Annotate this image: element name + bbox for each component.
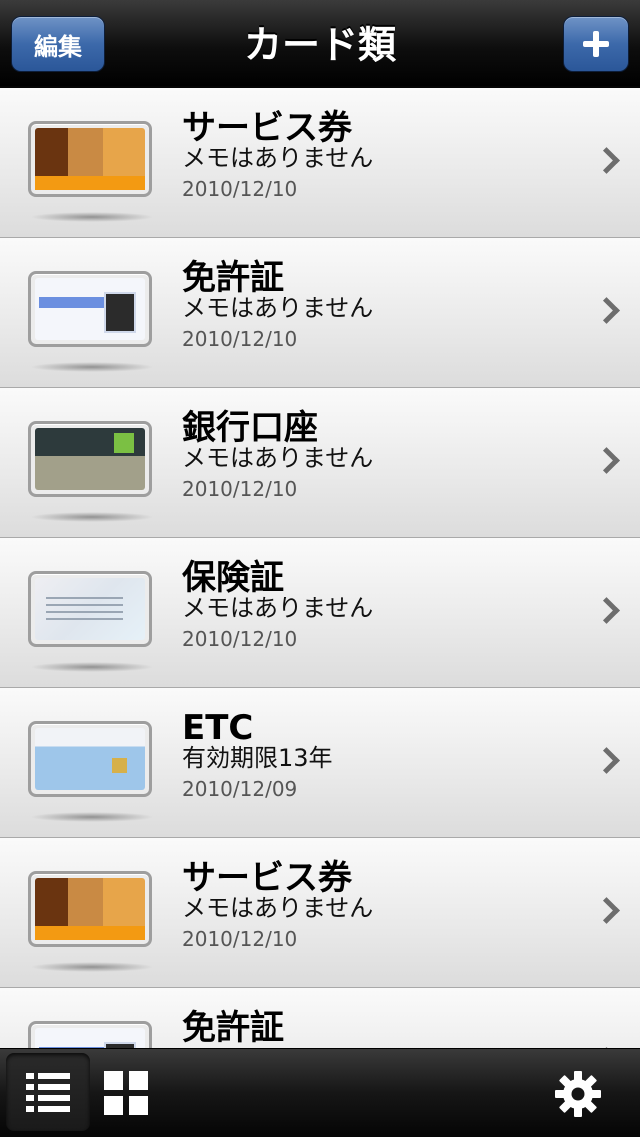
card-date: 2010/12/09 xyxy=(182,777,298,801)
chevron-right-icon xyxy=(593,747,620,774)
chevron-right-icon xyxy=(593,447,620,474)
navigation-bar: 編集 カード類 xyxy=(0,0,640,88)
page-title: カード類 xyxy=(243,23,396,67)
card-title: 免許証 xyxy=(182,1008,284,1048)
card-memo: メモはありません xyxy=(182,294,374,322)
grid-view-icon[interactable] xyxy=(104,1071,148,1115)
card-title: 免許証 xyxy=(182,258,284,298)
card-thumbnail xyxy=(28,721,152,797)
card-date: 2010/12/10 xyxy=(182,327,298,351)
card-title: サービス券 xyxy=(182,108,352,148)
card-thumbnail xyxy=(28,571,152,647)
chevron-right-icon xyxy=(593,597,620,624)
card-list[interactable]: サービス券 メモはありません 2010/12/10 免許証 メモはありません 2… xyxy=(0,88,640,1048)
card-thumbnail xyxy=(28,871,152,947)
card-title: ETC xyxy=(182,708,254,748)
add-card-button[interactable] xyxy=(563,16,629,72)
card-title: 銀行口座 xyxy=(182,408,318,448)
card-memo: メモはありません xyxy=(182,894,374,922)
list-item[interactable]: 免許証 メモはありません 2010/12/10 xyxy=(0,238,640,388)
card-memo: メモはありません xyxy=(182,444,374,472)
chevron-right-icon xyxy=(593,147,620,174)
card-memo: メモはありません xyxy=(182,594,374,622)
gear-icon[interactable] xyxy=(553,1069,603,1119)
card-date: 2010/12/10 xyxy=(182,627,298,651)
tab-list-view[interactable] xyxy=(6,1053,90,1131)
card-title: 保険証 xyxy=(182,558,284,598)
list-item[interactable]: 保険証 メモはありません 2010/12/10 xyxy=(0,538,640,688)
list-item[interactable]: 銀行口座 メモはありません 2010/12/10 xyxy=(0,388,640,538)
tab-bar xyxy=(0,1048,640,1137)
card-thumbnail xyxy=(28,1021,152,1048)
card-title: サービス券 xyxy=(182,858,352,898)
card-date: 2010/12/10 xyxy=(182,177,298,201)
list-item[interactable]: サービス券 メモはありません 2010/12/10 xyxy=(0,838,640,988)
card-memo: 有効期限13年 xyxy=(182,744,333,772)
card-thumbnail xyxy=(28,121,152,197)
card-date: 2010/12/10 xyxy=(182,927,298,951)
card-date: 2010/12/10 xyxy=(182,477,298,501)
list-view-icon xyxy=(26,1073,70,1113)
list-item[interactable]: 免許証 xyxy=(0,988,640,1048)
card-thumbnail xyxy=(28,271,152,347)
list-item[interactable]: ETC 有効期限13年 2010/12/09 xyxy=(0,688,640,838)
chevron-right-icon xyxy=(593,297,620,324)
chevron-right-icon xyxy=(593,897,620,924)
plus-icon xyxy=(583,31,609,57)
card-thumbnail xyxy=(28,421,152,497)
card-memo: メモはありません xyxy=(182,144,374,172)
list-item[interactable]: サービス券 メモはありません 2010/12/10 xyxy=(0,88,640,238)
